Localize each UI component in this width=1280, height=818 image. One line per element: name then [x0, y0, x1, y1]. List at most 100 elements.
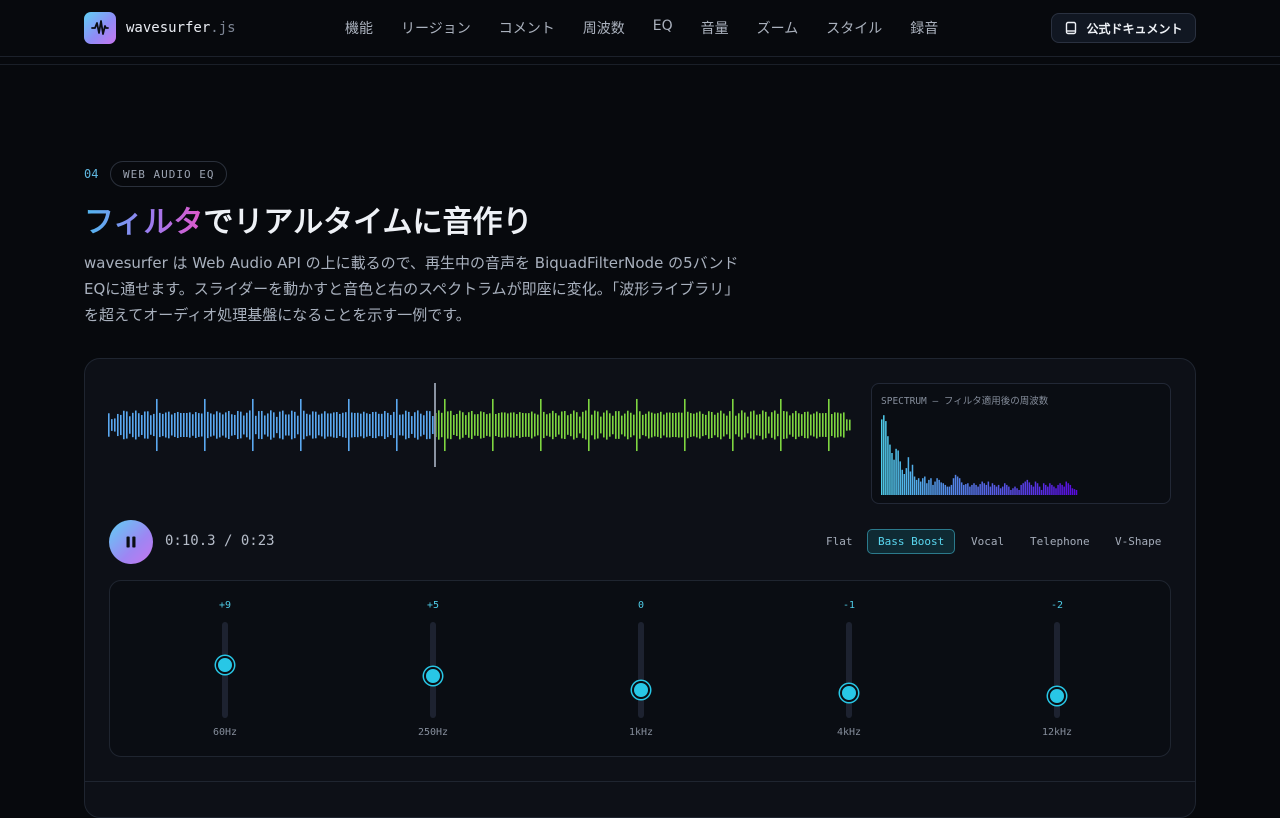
waveform-bar — [801, 414, 803, 436]
waveform-bar — [456, 413, 458, 437]
waveform-bar — [672, 412, 674, 438]
waveform-bar — [390, 414, 392, 436]
spectrum-bar — [893, 459, 895, 495]
spectrum-bar — [963, 484, 965, 495]
waveform-bar — [312, 411, 314, 439]
nav-link[interactable]: コメント — [499, 18, 555, 38]
spectrum-bar — [901, 469, 903, 495]
spectrum-panel: SPECTRUM — フィルタ適用後の周波数 — [871, 383, 1171, 504]
nav-link[interactable]: 周波数 — [583, 18, 625, 38]
band-slider-thumb[interactable] — [216, 656, 234, 675]
waveform-bar — [126, 411, 128, 439]
eq-band: 0 1kHz — [601, 581, 681, 758]
waveform-bar — [447, 411, 449, 439]
spectrum-bar — [1034, 481, 1037, 495]
preset-button[interactable]: Flat — [815, 529, 864, 554]
waveform-bar — [720, 410, 722, 440]
waveform-bar — [675, 412, 677, 438]
waveform-bar — [789, 415, 791, 435]
spectrum-bar — [997, 484, 1000, 495]
preset-button[interactable]: Bass Boost — [867, 529, 956, 554]
nav-link[interactable]: スタイル — [826, 18, 882, 38]
waveform-bar — [639, 411, 641, 439]
waveform-bar — [528, 413, 530, 437]
waveform-bar — [651, 412, 653, 438]
spectrum-bar — [911, 464, 914, 495]
nav-link[interactable]: リージョン — [401, 18, 471, 38]
waveform-bar — [441, 412, 443, 438]
waveform-bar — [150, 415, 152, 435]
waveform-bar — [255, 415, 257, 435]
waveform-bar — [645, 413, 647, 437]
spectrum-bar — [1047, 486, 1049, 495]
waveform-bar — [816, 411, 818, 439]
waveform-bar — [483, 412, 485, 438]
waveform-bar — [486, 414, 488, 436]
spectrum-bar — [993, 484, 996, 495]
logo-text: wavesurfer.js — [126, 20, 236, 36]
waveform-bar — [423, 415, 425, 435]
waveform-bar — [138, 413, 140, 437]
waveform-bar — [762, 410, 764, 440]
waveform-bar — [810, 414, 812, 436]
waveform-bar — [534, 413, 536, 437]
waveform-bar — [717, 412, 719, 438]
waveform-bar — [207, 411, 209, 439]
waveform-bar — [741, 410, 743, 440]
band-slider-thumb[interactable] — [424, 667, 442, 686]
waveform-bar — [291, 410, 293, 440]
nav-link[interactable]: ズーム — [757, 18, 799, 38]
spectrum-bar — [1036, 483, 1039, 495]
band-slider-track[interactable] — [638, 622, 644, 718]
waveform-bar — [807, 411, 809, 439]
band-slider-thumb[interactable] — [632, 681, 650, 699]
band-frequency-label: 250Hz — [417, 727, 449, 738]
waveform-bar — [285, 414, 287, 436]
docs-button[interactable]: 公式ドキュメント — [1051, 13, 1196, 43]
nav-link[interactable]: 音量 — [701, 18, 729, 38]
band-slider-track[interactable] — [846, 622, 852, 718]
spectrum-bar — [1024, 481, 1026, 495]
nav-link[interactable]: EQ — [653, 18, 673, 38]
preset-button[interactable]: V-Shape — [1104, 529, 1172, 554]
spectrum-bar — [1006, 484, 1008, 495]
waveform-bar — [525, 413, 527, 437]
waveform-bar — [297, 415, 299, 435]
main-nav: 機能 リージョン コメント 周波数 EQ 音量 ズーム スタイル 録音 — [345, 18, 938, 38]
spectrum-bar — [999, 488, 1002, 495]
waveform-bar — [366, 413, 368, 437]
nav-link[interactable]: 機能 — [345, 18, 373, 38]
waveform-bar — [477, 414, 479, 436]
waveform-bar — [117, 413, 119, 437]
waveform-bar — [747, 416, 749, 434]
waveform-bar — [774, 410, 776, 440]
top-navbar: wavesurfer.js 機能 リージョン コメント 周波数 EQ 音量 ズーム スタイル 録… — [0, 0, 1280, 57]
spectrum-bar — [960, 482, 963, 495]
nav-link[interactable]: 録音 — [910, 18, 938, 38]
spectrum-bar — [909, 471, 912, 495]
preset-button[interactable]: Telephone — [1019, 529, 1101, 554]
waveform-bar — [177, 411, 179, 439]
waveform-bar — [804, 411, 806, 439]
waveform-bar — [543, 411, 545, 439]
band-slider-thumb[interactable] — [1048, 686, 1066, 705]
waveform-bar — [234, 414, 236, 436]
waveform[interactable] — [108, 383, 854, 467]
waveform-bar — [135, 410, 137, 440]
waveform-bar — [303, 410, 305, 440]
waveform-bar — [618, 411, 620, 439]
waveform-bar — [432, 416, 434, 434]
waveform-bar — [837, 412, 839, 438]
waveform-bar — [261, 410, 263, 440]
eq-band: +9 60Hz — [185, 581, 265, 758]
logo[interactable]: wavesurfer.js — [84, 12, 236, 44]
preset-button[interactable]: Vocal — [960, 529, 1015, 554]
waveform-bar — [768, 416, 770, 434]
waveform-bar — [579, 416, 581, 434]
spectrum-bar — [940, 482, 942, 495]
waveform-bar — [795, 410, 797, 440]
playback-cursor[interactable] — [434, 383, 436, 467]
waveform-bar — [489, 413, 491, 437]
band-slider-thumb[interactable] — [840, 683, 858, 702]
waveform-bar — [252, 398, 254, 452]
